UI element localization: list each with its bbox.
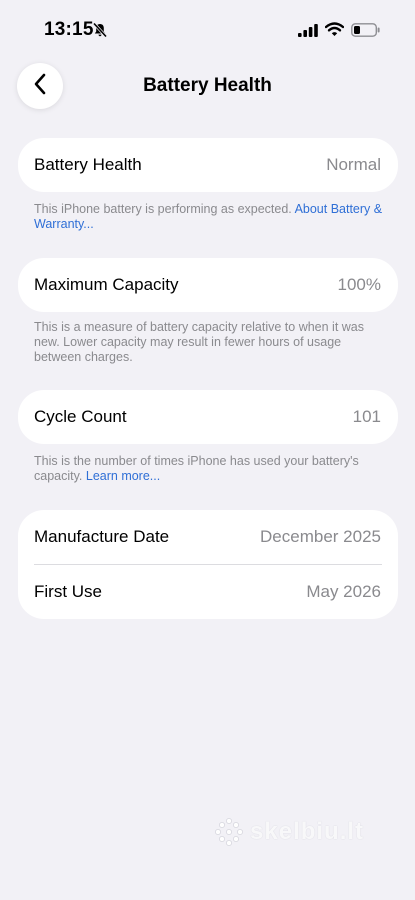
battery-health-card: Battery Health Normal xyxy=(18,138,398,192)
cycle-count-footnote: This is the number of times iPhone has u… xyxy=(34,454,384,484)
cellular-signal-icon xyxy=(298,24,318,42)
status-bar: 13:15 xyxy=(0,0,415,60)
max-capacity-label: Maximum Capacity xyxy=(34,275,179,294)
dates-card: Manufacture Date December 2025 First Use… xyxy=(18,510,398,619)
cycle-count-label: Cycle Count xyxy=(34,407,127,426)
battery-health-footnote-text: This iPhone battery is performing as exp… xyxy=(34,202,295,216)
battery-health-row[interactable]: Battery Health Normal xyxy=(18,138,398,192)
learn-more-link[interactable]: Learn more... xyxy=(86,469,160,483)
battery-health-label: Battery Health xyxy=(34,155,142,174)
max-capacity-footnote: This is a measure of battery capacity re… xyxy=(34,320,365,364)
cycle-count-value: 101 xyxy=(352,407,381,426)
status-time: 13:15 xyxy=(44,19,94,40)
cycle-count-card: Cycle Count 101 xyxy=(18,390,398,444)
manufacture-date-value: December 2025 xyxy=(260,527,381,546)
battery-health-footnote: This iPhone battery is performing as exp… xyxy=(34,202,384,232)
first-use-label: First Use xyxy=(34,582,102,601)
watermark: skelbiu.lt xyxy=(250,818,365,845)
first-use-value: May 2026 xyxy=(306,582,381,601)
max-capacity-value: 100% xyxy=(337,275,381,294)
battery-health-value: Normal xyxy=(326,155,381,174)
manufacture-date-label: Manufacture Date xyxy=(34,527,170,546)
battery-icon xyxy=(351,23,381,42)
bell-muted-icon xyxy=(92,22,108,43)
max-capacity-row: Maximum Capacity 100% xyxy=(18,258,398,312)
first-use-row: First Use May 2026 xyxy=(18,565,398,619)
max-capacity-card: Maximum Capacity 100% xyxy=(18,258,398,312)
watermark-logo-icon xyxy=(214,817,244,852)
wifi-icon xyxy=(324,22,345,42)
cycle-count-footnote-text: This is the number of times iPhone has u… xyxy=(34,454,359,483)
page-title: Battery Health xyxy=(143,75,272,96)
manufacture-date-row: Manufacture Date December 2025 xyxy=(18,510,398,564)
cycle-count-row: Cycle Count 101 xyxy=(18,390,398,444)
